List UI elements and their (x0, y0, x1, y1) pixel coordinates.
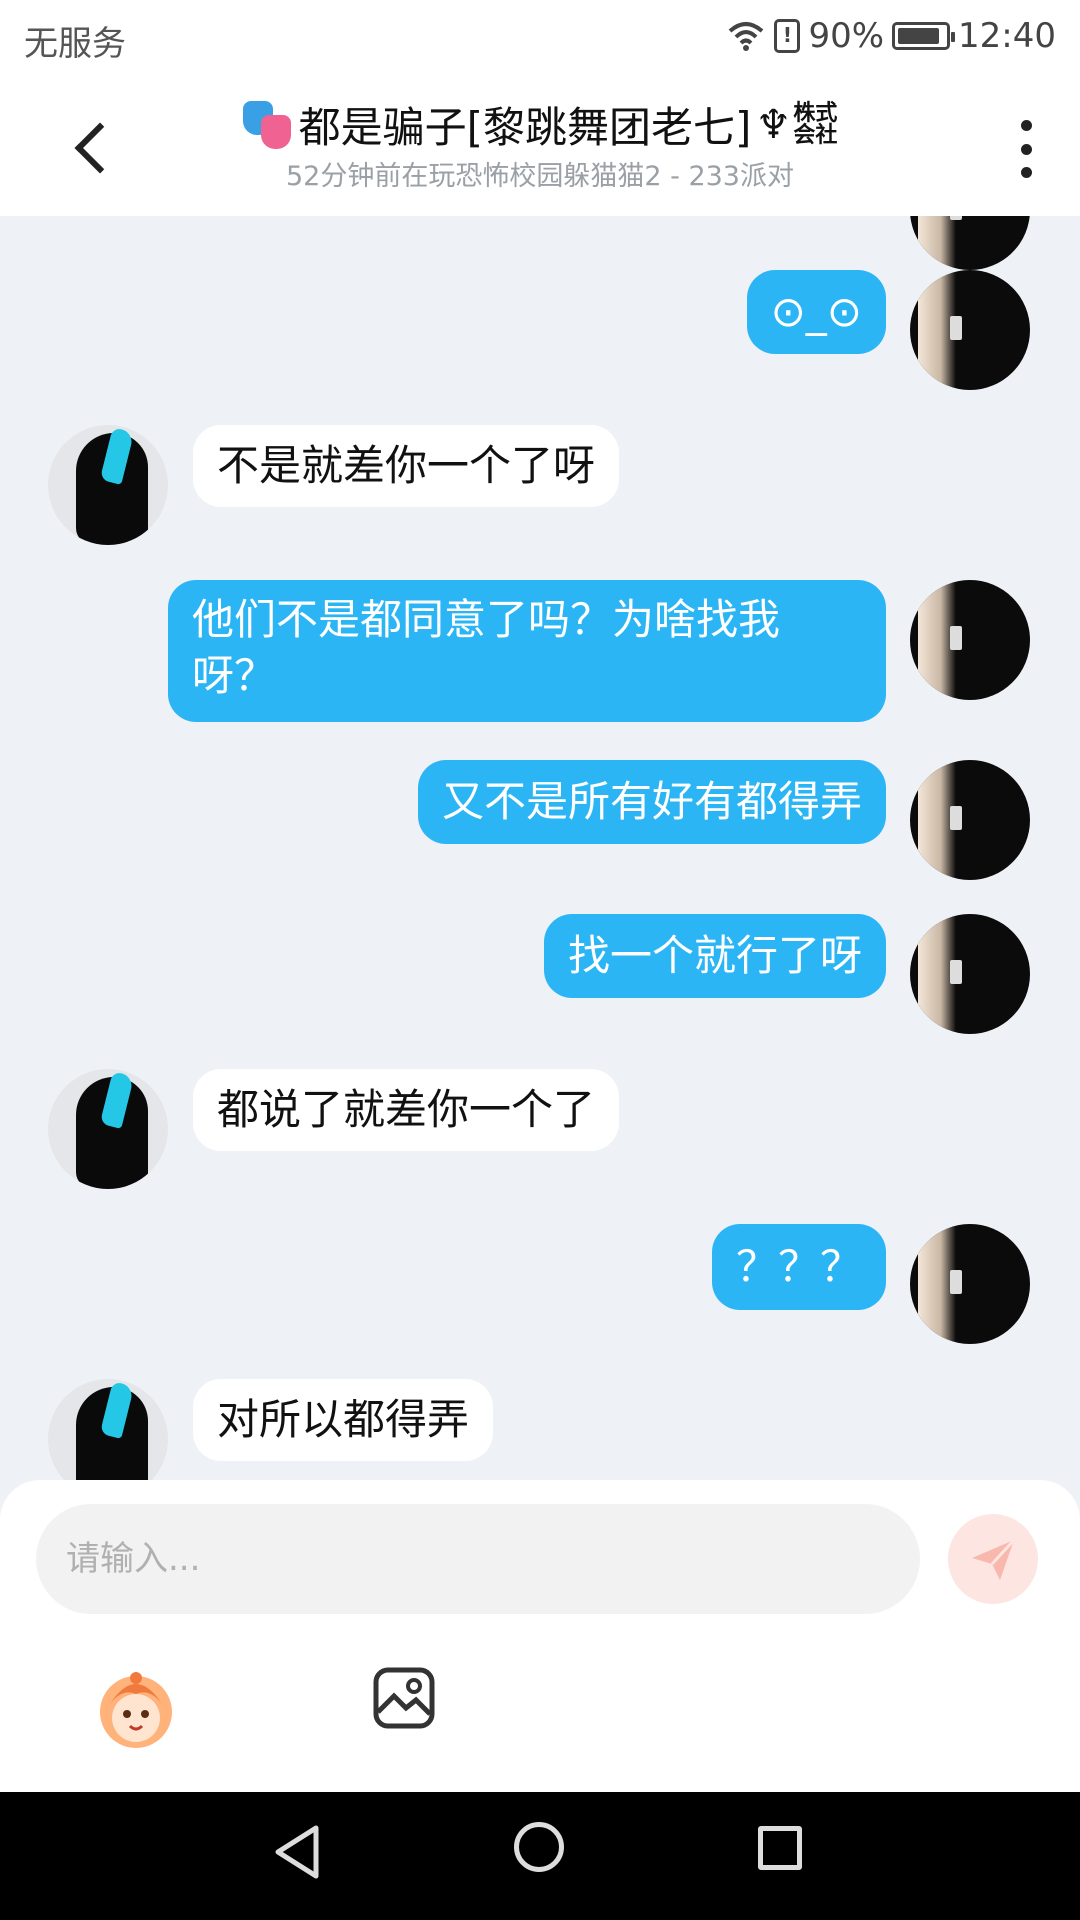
send-icon (972, 1538, 1016, 1580)
drama-mask-icon (242, 99, 295, 151)
my-avatar[interactable] (910, 216, 1030, 270)
battery-percent: 90% (808, 16, 885, 56)
contact-avatar[interactable] (48, 425, 168, 545)
more-dot (1020, 120, 1032, 131)
my-message-bubble[interactable]: 又不是所有好有都得弄 (417, 760, 886, 844)
battery-alert-icon: ! (774, 19, 801, 53)
my-avatar[interactable] (910, 270, 1030, 390)
message-list[interactable]: ⊙_⊙ 不是就差你一个了呀 他们不是都同意了吗？为啥找我呀？ 又不是所有好有都得… (0, 216, 1080, 1480)
image-icon[interactable] (372, 1666, 436, 1730)
contact-message-bubble[interactable]: 对所以都得弄 (193, 1379, 494, 1461)
title-row: 都是骗子[黎跳舞团老七] ♆ 株式 会社 (0, 94, 1080, 155)
nav-home-icon[interactable] (514, 1822, 564, 1872)
my-avatar[interactable] (910, 580, 1030, 700)
contact-activity-status: 52分钟前在玩恐怖校园躲猫猫2 - 233派对 (286, 161, 794, 192)
contact-message-bubble[interactable]: 都说了就差你一个了 (193, 1069, 620, 1151)
my-avatar[interactable] (910, 760, 1030, 880)
contact-name: 都是骗子[黎跳舞团老七] (298, 103, 752, 152)
battery-icon (892, 22, 956, 50)
my-avatar[interactable] (910, 1224, 1030, 1344)
nav-back-icon[interactable] (272, 1824, 322, 1880)
input-panel: 请输入... (0, 1480, 1080, 1792)
emoji-icon[interactable] (92, 1664, 180, 1752)
system-nav-bar (0, 1792, 1080, 1920)
more-dot (1020, 143, 1032, 155)
my-message-bubble[interactable]: 找一个就行了呀 (543, 914, 886, 998)
company-badge: ♆ 株式 会社 (755, 100, 838, 148)
contact-avatar[interactable] (48, 1069, 168, 1189)
more-dot (1020, 167, 1032, 178)
chat-header: 都是骗子[黎跳舞团老七] ♆ 株式 会社 52分钟前在玩恐怖校园躲猫猫2 - 2… (0, 80, 1080, 216)
my-message-bubble[interactable]: ⊙_⊙ (746, 270, 886, 354)
my-avatar[interactable] (910, 914, 1030, 1034)
status-icons: ! 90% 12:40 (726, 16, 1056, 56)
send-button[interactable] (948, 1514, 1038, 1604)
contact-message-bubble[interactable]: 不是就差你一个了呀 (193, 425, 620, 507)
my-message-bubble[interactable]: ？？？ (711, 1224, 886, 1310)
nav-recents-icon[interactable] (758, 1826, 802, 1870)
more-options-button[interactable] (996, 114, 1056, 184)
carrier-status: 无服务 (24, 24, 126, 64)
clock: 12:40 (958, 16, 1056, 56)
my-message-bubble[interactable]: 他们不是都同意了吗？为啥找我呀？ (168, 580, 886, 722)
contact-avatar[interactable] (48, 1379, 168, 1480)
message-input[interactable]: 请输入... (36, 1504, 920, 1614)
status-bar: 无服务 ! 90% 12:40 (0, 0, 1080, 80)
wifi-icon (729, 22, 764, 51)
